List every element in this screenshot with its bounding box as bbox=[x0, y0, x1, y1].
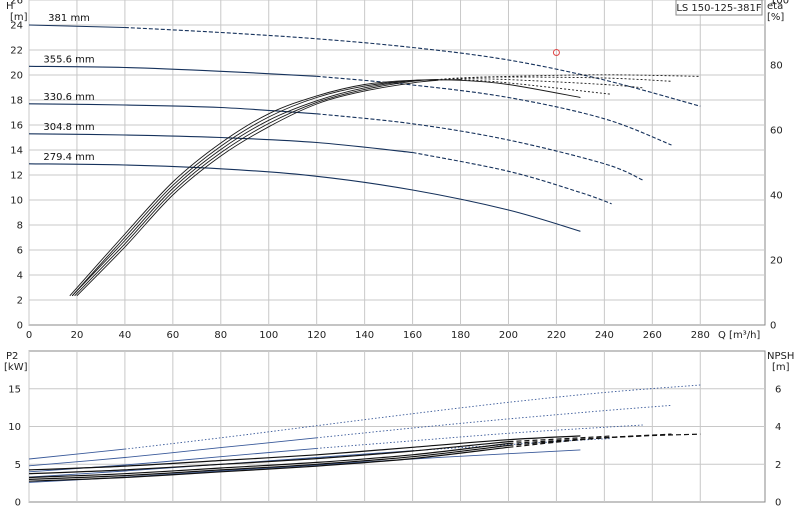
power-tick-label: 15 bbox=[8, 384, 21, 395]
efficiency-curve-dashed bbox=[436, 74, 701, 81]
npsh-axis-unit: [m] bbox=[772, 362, 790, 373]
power-axis-title: P2 bbox=[6, 351, 18, 362]
efficiency-curve-solid bbox=[76, 79, 437, 297]
head-curve-label: 330.6 mm bbox=[43, 92, 94, 103]
npsh-curve-dashed bbox=[508, 435, 643, 445]
flow-tick-label: 0 bbox=[26, 330, 32, 341]
head-axis-title: H bbox=[6, 1, 14, 12]
power-tick-label: 5 bbox=[15, 460, 21, 471]
eta-tick-label: 60 bbox=[770, 126, 783, 137]
flow-tick-label: 280 bbox=[691, 330, 710, 341]
head-tick-label: 8 bbox=[17, 221, 23, 232]
flow-tick-label: 220 bbox=[547, 330, 566, 341]
head-curve-label: 381 mm bbox=[48, 13, 90, 24]
head-tick-label: 10 bbox=[10, 196, 23, 207]
flow-tick-label: 120 bbox=[307, 330, 326, 341]
eta-tick-label: 80 bbox=[770, 61, 783, 72]
eta-axis-unit: [%] bbox=[767, 12, 784, 23]
grid bbox=[28, 0, 766, 503]
head-tick-label: 0 bbox=[17, 321, 23, 332]
flow-tick-label: 140 bbox=[355, 330, 374, 341]
power-axis-unit: [kW] bbox=[4, 362, 28, 373]
flow-tick-label: 240 bbox=[595, 330, 614, 341]
npsh-tick-label: 0 bbox=[775, 498, 781, 509]
head-tick-label: 18 bbox=[10, 96, 23, 107]
npsh-axis-title: NPSH bbox=[767, 351, 794, 362]
flow-tick-label: 160 bbox=[403, 330, 422, 341]
flow-tick-label: 180 bbox=[451, 330, 470, 341]
head-curve-label: 355.6 mm bbox=[43, 54, 94, 65]
head-tick-label: 6 bbox=[17, 246, 23, 257]
eta-axis-title: eta bbox=[767, 1, 783, 12]
model-name-box: LS 150-125-381F bbox=[675, 0, 763, 16]
head-tick-label: 4 bbox=[17, 271, 23, 282]
power-tick-label: 10 bbox=[8, 422, 21, 433]
flow-tick-label: 60 bbox=[166, 330, 179, 341]
axis-labels: H [m] eta [%] Q [m³/h] P2 [kW] NPSH [m] bbox=[4, 1, 794, 373]
pump-performance-chart: 381 mm 355.6 mm 330.6 mm 304.8 mm 279.4 mm 0… bbox=[4, 0, 794, 509]
efficiency-curve-solid bbox=[69, 79, 581, 297]
efficiency-curve-dashed bbox=[436, 78, 643, 89]
head-curve-label: 304.8 mm bbox=[43, 122, 94, 133]
flow-tick-label: 200 bbox=[499, 330, 518, 341]
head-curve-solid bbox=[28, 163, 581, 232]
head-tick-label: 14 bbox=[10, 146, 23, 157]
head-tick-label: 12 bbox=[10, 171, 23, 182]
head-tick-label: 20 bbox=[10, 71, 23, 82]
flow-tick-label: 40 bbox=[119, 330, 132, 341]
power-tick-label: 0 bbox=[15, 498, 21, 509]
power-curve-dashed bbox=[316, 404, 672, 439]
head-curve-label: 279.4 mm bbox=[43, 152, 94, 163]
eta-tick-label: 0 bbox=[770, 321, 776, 332]
head-tick-label: 2 bbox=[17, 296, 23, 307]
model-name: LS 150-125-381F bbox=[676, 3, 762, 14]
flow-tick-label: 100 bbox=[259, 330, 278, 341]
eta-tick-label: 20 bbox=[770, 256, 783, 267]
npsh-tick-label: 4 bbox=[775, 422, 781, 433]
head-tick-label: 16 bbox=[10, 121, 23, 132]
efficiency-curve-solid bbox=[71, 79, 437, 297]
flow-axis-label: Q [m³/h] bbox=[718, 330, 760, 341]
eta-tick-label: 40 bbox=[770, 191, 783, 202]
npsh-tick-label: 2 bbox=[775, 460, 781, 471]
efficiency-curve-solid bbox=[74, 79, 437, 297]
flow-tick-label: 260 bbox=[643, 330, 662, 341]
head-curve-dashed bbox=[412, 151, 612, 205]
flow-tick-label: 20 bbox=[71, 330, 84, 341]
top-frame bbox=[28, 0, 766, 326]
head-tick-label: 22 bbox=[10, 46, 23, 57]
npsh-tick-label: 6 bbox=[775, 384, 781, 395]
head-axis-unit: [m] bbox=[10, 12, 28, 23]
flow-tick-label: 80 bbox=[214, 330, 227, 341]
